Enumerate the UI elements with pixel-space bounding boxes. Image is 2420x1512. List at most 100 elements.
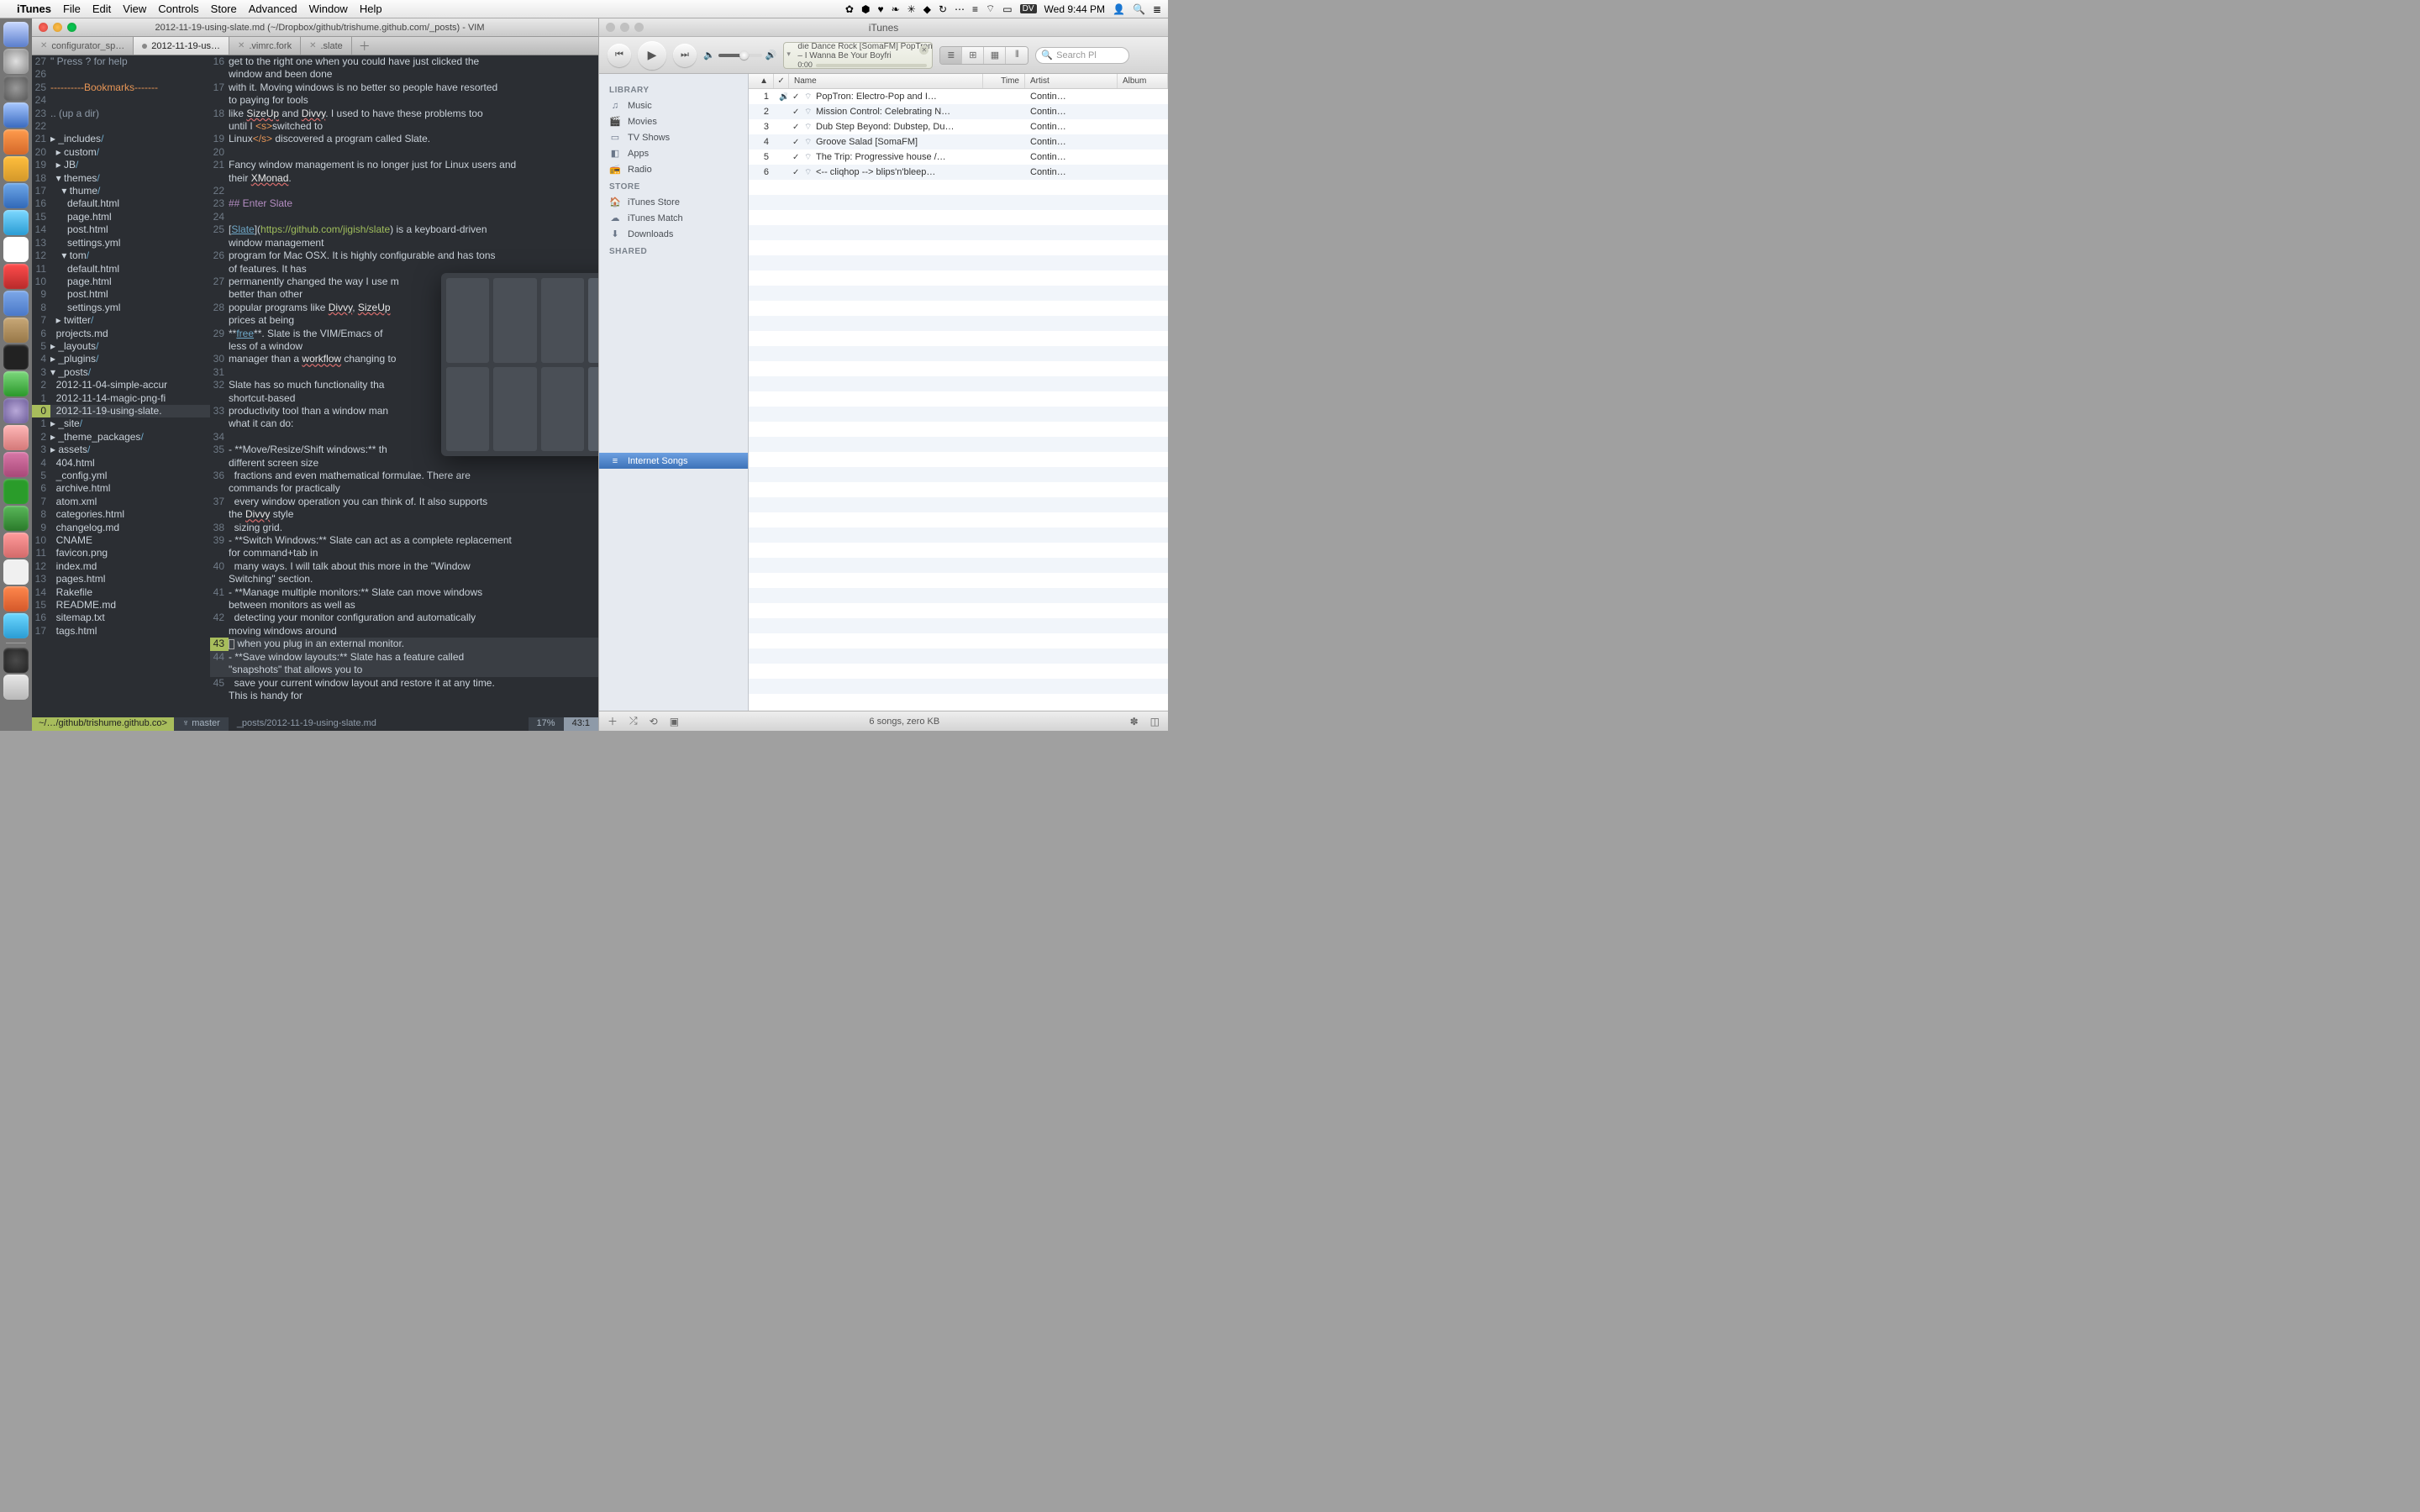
check-icon[interactable]: ✓ xyxy=(787,168,799,177)
vim-tab[interactable]: ✕.vimrc.fork xyxy=(229,37,301,55)
track-columns-header[interactable]: ▲ ✓ Name Time Artist Album xyxy=(749,74,1168,89)
dropbox-icon[interactable]: ⬢ xyxy=(861,3,870,15)
show-browser-button[interactable]: ◫ xyxy=(1150,716,1160,727)
close-icon[interactable]: ✕ xyxy=(309,41,316,50)
dock-item[interactable] xyxy=(3,49,29,74)
dock-item[interactable] xyxy=(3,371,29,396)
menu-edit[interactable]: Edit xyxy=(92,3,111,15)
dock-item[interactable] xyxy=(3,291,29,316)
lcd-dropdown-icon[interactable]: ▾ xyxy=(786,50,791,59)
col-time[interactable]: Time xyxy=(983,74,1025,88)
menu-store[interactable]: Store xyxy=(211,3,237,15)
sidebar-item[interactable]: 📻Radio xyxy=(599,161,748,177)
col-artist[interactable]: Artist xyxy=(1025,74,1118,88)
track-row[interactable]: 6✓⌔<-- cliqhop --> blips'n'bleep…Contin… xyxy=(749,165,1168,180)
dock-item[interactable] xyxy=(3,398,29,423)
status-icon[interactable]: ⋯ xyxy=(955,3,965,15)
vim-titlebar[interactable]: 2012-11-19-using-slate.md (~/Dropbox/git… xyxy=(32,18,598,37)
new-tab-button[interactable]: ＋ xyxy=(352,37,377,55)
menu-view[interactable]: View xyxy=(123,3,146,15)
minimize-button[interactable] xyxy=(53,23,62,32)
menu-advanced[interactable]: Advanced xyxy=(249,3,297,15)
zoom-button[interactable] xyxy=(67,23,76,32)
dock-item[interactable] xyxy=(3,318,29,343)
dock-item[interactable] xyxy=(3,559,29,585)
dock-item[interactable] xyxy=(3,22,29,47)
spotlight-icon[interactable]: 🔍 xyxy=(1133,3,1145,15)
close-button[interactable] xyxy=(606,23,615,32)
battery-icon[interactable]: ▭ xyxy=(1002,3,1012,15)
menu-file[interactable]: File xyxy=(63,3,81,15)
track-row[interactable]: 4✓⌔Groove Salad [SomaFM]Contin… xyxy=(749,134,1168,150)
dock-item[interactable] xyxy=(3,648,29,673)
stop-stream-button[interactable]: ✕ xyxy=(919,45,929,55)
divvy-cell[interactable] xyxy=(446,278,489,363)
sidebar-item[interactable]: 🏠iTunes Store xyxy=(599,194,748,210)
artwork-button[interactable]: ▣ xyxy=(670,716,679,727)
dock-item[interactable] xyxy=(3,237,29,262)
sidebar-item[interactable]: ▭TV Shows xyxy=(599,129,748,145)
status-icon[interactable]: ◆ xyxy=(923,3,931,15)
evernote-icon[interactable]: ❧ xyxy=(892,3,900,15)
sidebar-item[interactable]: ⬇Downloads xyxy=(599,226,748,242)
minimize-button[interactable] xyxy=(620,23,629,32)
dock-item[interactable] xyxy=(3,613,29,638)
divvy-cell[interactable] xyxy=(446,367,489,452)
timemachine-icon[interactable]: ↻ xyxy=(939,3,947,15)
add-playlist-button[interactable]: ＋ xyxy=(608,714,618,728)
check-icon[interactable]: ✓ xyxy=(787,92,799,102)
sidebar-item[interactable]: ♫Music xyxy=(599,97,748,113)
dock-item[interactable] xyxy=(3,210,29,235)
dock-item[interactable] xyxy=(3,533,29,558)
heart-icon[interactable]: ♥ xyxy=(877,3,883,15)
sidebar-item[interactable]: ◧Apps xyxy=(599,145,748,161)
dock-item[interactable] xyxy=(3,264,29,289)
status-icon[interactable]: ✳ xyxy=(908,3,916,15)
menu-help[interactable]: Help xyxy=(360,3,382,15)
repeat-button[interactable]: ⟲ xyxy=(650,716,658,727)
close-icon[interactable]: ✕ xyxy=(238,41,245,50)
dock-item[interactable] xyxy=(3,129,29,155)
search-field[interactable]: 🔍 Search Pl xyxy=(1035,47,1129,64)
menu-window[interactable]: Window xyxy=(309,3,348,15)
divvy-cell[interactable] xyxy=(541,367,584,452)
dock-item[interactable] xyxy=(3,506,29,531)
clock[interactable]: Wed 9:44 PM xyxy=(1044,3,1105,15)
progress-bar[interactable] xyxy=(816,64,927,67)
status-icon[interactable]: ✿ xyxy=(845,3,854,15)
prev-button[interactable]: ⏮ xyxy=(608,44,631,67)
view-coverflow-button[interactable]: ⫴ xyxy=(1006,47,1028,64)
next-button[interactable]: ⏭ xyxy=(673,44,697,67)
wifi-icon[interactable]: ⌔ xyxy=(986,3,995,15)
divvy-cell[interactable] xyxy=(541,278,584,363)
dock-item[interactable] xyxy=(3,183,29,208)
zoom-button[interactable] xyxy=(634,23,644,32)
col-album[interactable]: Album xyxy=(1118,74,1168,88)
col-checked[interactable]: ✓ xyxy=(774,74,789,88)
bluetooth-icon[interactable]: ≡ xyxy=(972,3,978,15)
col-name[interactable]: Name xyxy=(789,74,983,88)
col-number[interactable]: ▲ xyxy=(749,74,774,88)
check-icon[interactable]: ✓ xyxy=(787,138,799,147)
dock-item[interactable] xyxy=(3,675,29,700)
view-grid-button[interactable]: ▦ xyxy=(984,47,1006,64)
close-button[interactable] xyxy=(39,23,48,32)
divvy-cell[interactable] xyxy=(493,367,536,452)
menu-app[interactable]: iTunes xyxy=(17,3,51,15)
user-icon[interactable]: 👤 xyxy=(1113,3,1125,15)
volume-slider[interactable] xyxy=(718,54,762,57)
notifications-icon[interactable]: ≣ xyxy=(1153,3,1161,15)
genius-button[interactable]: ✽ xyxy=(1130,716,1139,727)
close-icon[interactable]: ✕ xyxy=(40,41,47,50)
dock-item[interactable] xyxy=(3,479,29,504)
keyboard-layout[interactable]: DV xyxy=(1020,4,1037,13)
dock-item[interactable] xyxy=(3,425,29,450)
dock-item[interactable] xyxy=(3,102,29,128)
nerdtree-pane[interactable]: 27" Press ? for help2625----------Bookma… xyxy=(32,55,210,717)
divvy-cell[interactable] xyxy=(493,278,536,363)
view-album-button[interactable]: ⊞ xyxy=(962,47,984,64)
check-icon[interactable]: ✓ xyxy=(787,123,799,132)
dock-item[interactable] xyxy=(3,156,29,181)
dock-item[interactable] xyxy=(3,76,29,101)
track-row[interactable]: 3✓⌔Dub Step Beyond: Dubstep, Du…Contin… xyxy=(749,119,1168,134)
